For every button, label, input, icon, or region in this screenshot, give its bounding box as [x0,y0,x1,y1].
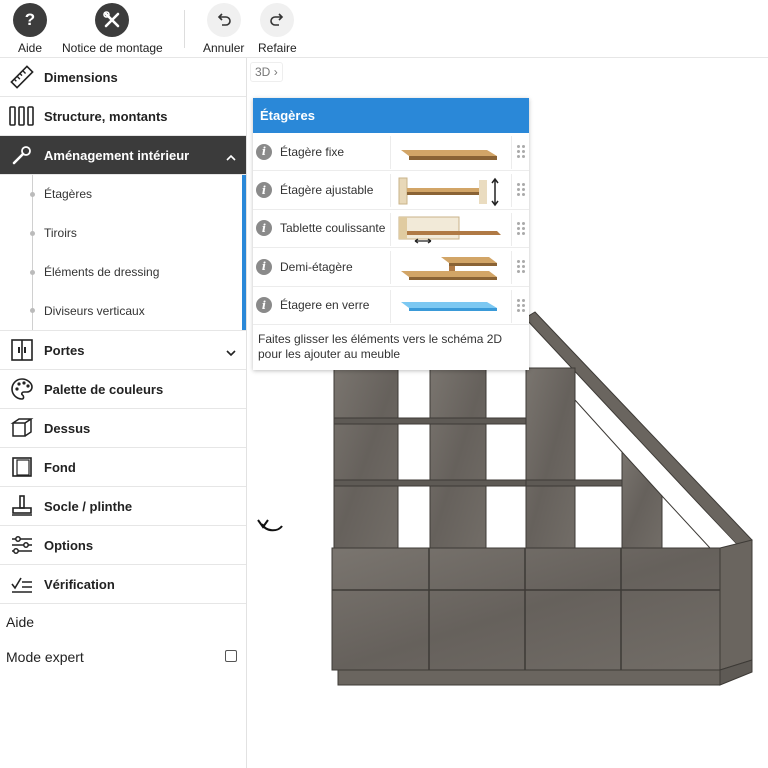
sidebar-item-palette[interactable]: Palette de couleurs [0,370,246,409]
help-link[interactable]: Aide [0,604,246,639]
tree-dot [30,269,35,275]
sidebar-item-label: Dimensions [44,69,118,85]
palette-icon [0,377,44,401]
sidebar-item-label: Palette de couleurs [44,381,164,397]
tree-dot [30,230,35,236]
adjustable-shelf-thumbnail[interactable] [390,174,512,208]
submenu-label: Éléments de dressing [44,264,160,279]
submenu-item-dressing[interactable]: Éléments de dressing [0,253,246,292]
shelf-option-label: Tablette coulissante [280,221,386,236]
submenu-label: Diviseurs verticaux [44,303,145,318]
expert-mode-label: Mode expert [6,648,84,665]
sidebar-item-doors[interactable]: Portes [0,331,246,370]
sidebar: Dimensions Structure, montants Aménageme… [0,58,247,768]
drag-handle-icon[interactable] [517,298,525,313]
shelf-option-half[interactable]: i Demi-étagère [253,248,529,287]
shelf-option-label: Étagère ajustable [280,183,374,198]
undo-icon [206,3,241,37]
glass-shelf-thumbnail[interactable] [390,289,512,323]
drag-handle-icon[interactable] [517,221,525,236]
half-shelf-thumbnail[interactable] [390,251,512,285]
sidebar-item-structure[interactable]: Structure, montants [0,97,246,136]
help-label: Aide [17,41,43,55]
top-icon [0,416,44,440]
sidebar-item-dimensions[interactable]: Dimensions [0,58,246,97]
interior-submenu: Étagères Tiroirs Éléments de dressing Di… [0,175,246,331]
shelf-option-sliding[interactable]: i Tablette coulissante [253,210,529,249]
drag-handle-icon[interactable] [517,183,525,197]
ruler-icon [0,65,44,89]
redo-icon [260,3,295,37]
drag-handle-icon[interactable] [517,145,525,159]
back-panel-icon [0,455,44,479]
tree-dot [30,308,35,314]
wrench-icon [0,144,44,166]
fixed-shelf-thumbnail[interactable] [390,136,512,169]
shelf-option-label: Étagere en verre [280,298,370,313]
expert-mode-row: Mode expert [0,639,246,674]
info-icon[interactable]: i [256,143,272,160]
redo-label: Refaire [258,41,297,55]
submenu-label: Tiroirs [44,226,77,241]
sidebar-item-back[interactable]: Fond [0,448,246,487]
expert-mode-checkbox[interactable] [225,650,237,662]
panel-title: Étagères [253,98,529,133]
sidebar-item-interior[interactable]: Aménagement intérieur [0,136,246,175]
shelves-panel: Étagères i Étagère fixe i Étagère ajusta… [253,98,529,370]
check-list-icon [0,572,44,596]
sidebar-item-label: Aménagement intérieur [44,147,190,163]
info-icon[interactable]: i [256,258,272,275]
chevron-up-icon[interactable] [226,149,236,167]
sidebar-item-label: Vérification [44,576,115,592]
drag-handle-icon[interactable] [517,260,525,274]
toolbar-divider [184,10,185,48]
shelf-option-glass[interactable]: i Étagere en verre [253,287,529,325]
shelf-option-adjustable[interactable]: i Étagère ajustable [253,171,529,210]
tools-icon [95,3,130,37]
undo-label: Annuler [203,41,245,55]
sidebar-item-label: Fond [44,459,76,475]
toolbar: ? Aide Notice de montage Annuler Refaire [0,0,768,58]
plinth-icon [0,494,44,518]
info-icon[interactable]: i [256,182,272,199]
submenu-item-shelves[interactable]: Étagères [0,175,246,214]
tree-dot [30,192,35,197]
help-icon: ? [13,3,47,37]
doors-icon [0,338,44,362]
sidebar-item-label: Structure, montants [44,108,168,124]
sliding-shelf-thumbnail[interactable] [390,212,512,246]
assembly-instructions-button[interactable]: Notice de montage [62,3,163,55]
chevron-down-icon[interactable] [226,344,236,362]
sidebar-item-label: Socle / plinthe [44,498,133,514]
structure-icon [0,105,44,127]
shelf-option-fixed[interactable]: i Étagère fixe [253,133,529,172]
sidebar-item-label: Dessus [44,420,91,436]
sidebar-item-label: Portes [44,342,85,358]
sidebar-item-top[interactable]: Dessus [0,409,246,448]
submenu-item-dividers[interactable]: Diviseurs verticaux [0,291,246,330]
sidebar-item-plinth[interactable]: Socle / plinthe [0,487,246,526]
undo-button[interactable]: Annuler [203,3,244,55]
help-toolbar-button[interactable]: ? Aide [13,3,47,55]
info-icon[interactable]: i [256,297,272,314]
panel-hint: Faites glisser les éléments vers le sché… [253,324,529,370]
submenu-item-drawers[interactable]: Tiroirs [0,214,246,253]
assembly-label: Notice de montage [62,41,163,55]
shelf-option-label: Demi-étagère [280,259,353,274]
info-icon[interactable]: i [256,220,272,237]
sliders-icon [0,533,44,557]
sidebar-item-check[interactable]: Vérification [0,565,246,604]
sidebar-item-label: Options [44,537,94,553]
sidebar-item-options[interactable]: Options [0,526,246,565]
submenu-label: Étagères [44,187,93,202]
shelf-option-label: Étagère fixe [280,144,345,159]
redo-button[interactable]: Refaire [258,3,297,55]
